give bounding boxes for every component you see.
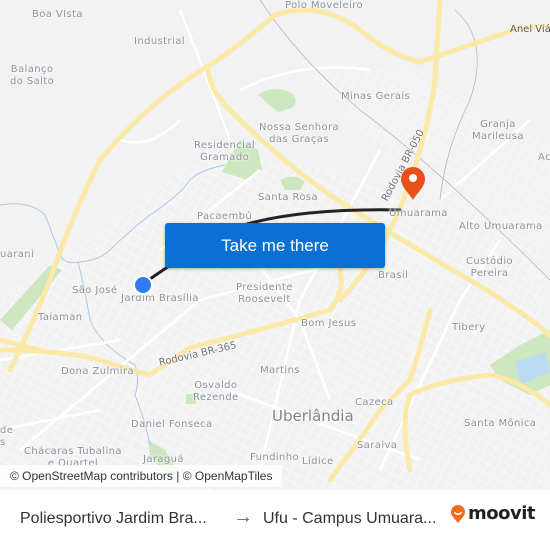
neighborhood-label: uarani [0,249,35,260]
neighborhood-label: Residencial Gramado [194,140,256,163]
neighborhood-label: Martins [260,365,300,376]
destination-name: Ufu - Campus Umuara... [263,510,437,527]
neighborhood-label: Santa Mônica [464,418,537,429]
neighborhood-label: Tibery [452,322,486,333]
origin-marker[interactable] [133,275,153,295]
origin-name: Poliesportivo Jardim Bra... [20,510,207,527]
neighborhood-label: Cazeca [355,397,394,408]
neighborhood-label: Ac [538,152,550,163]
neighborhood-label: Taiaman [38,312,83,323]
neighborhood-label: São José [72,285,118,296]
neighborhood-label: Polo Moveleiro [285,0,364,11]
moovit-logo[interactable]: moovit [450,503,536,524]
neighborhood-label: Alto Umuarama [459,221,543,232]
neighborhood-label: Dona Zulmira [61,366,134,377]
destination-pin-icon[interactable] [400,167,426,201]
neighborhood-label: Granja Marileusa [472,119,524,142]
neighborhood-label: Saraiva [357,440,398,451]
map[interactable]: Boa VIsta Industrial Balanço do Salto Po… [0,0,550,490]
neighborhood-label: Lídice [302,456,334,467]
neighborhood-label: Minas Gerais [341,91,411,102]
neighborhood-label: Presidente Roosevelt [236,282,293,305]
neighborhood-label: Custódio Pereira [466,256,514,279]
arrow-right-icon: → [233,506,253,528]
neighborhood-label: de s [0,425,14,448]
neighborhood-label: Jardim Brasília [121,293,199,304]
map-attribution[interactable]: © OpenStreetMap contributors | © OpenMap… [0,465,283,487]
moovit-pin-icon [451,504,465,523]
moovit-wordmark: moovit [468,503,536,524]
neighborhood-label: Industrial [134,36,185,47]
city-label: Uberlândia [272,407,354,425]
neighborhood-label: Balanço do Salto [10,64,55,87]
neighborhood-label: Nossa Senhora das Graças [259,122,340,145]
neighborhood-label: Osvaldo Rezende [193,380,239,403]
take-me-there-button[interactable]: Take me there [165,223,385,268]
neighborhood-label: Brasil [378,270,409,281]
neighborhood-label: Fundinho [250,452,300,463]
neighborhood-label: Daniel Fonseca [131,419,213,430]
neighborhood-label: Umuarama [389,208,448,219]
footer: Poliesportivo Jardim Bra... → Ufu - Camp… [0,490,550,550]
neighborhood-label: Bom Jesus [301,318,357,329]
road-label-anel-viario: Anel Viá [510,24,550,35]
neighborhood-label: Pacaembú [197,211,253,222]
neighborhood-label: Boa VIsta [32,9,83,20]
neighborhood-label: Santa Rosa [258,192,318,203]
